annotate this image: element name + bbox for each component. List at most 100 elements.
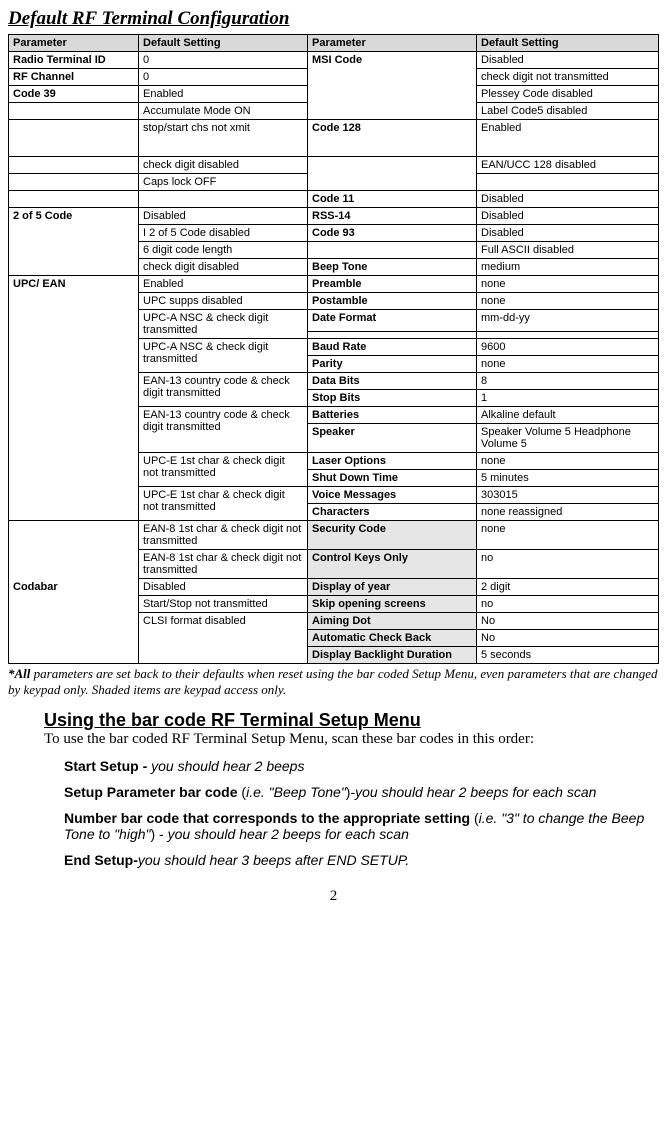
val-databits: 8 (477, 373, 659, 390)
lbl-preamble: Preamble (312, 278, 362, 290)
lbl-backlight: Display Backlight Duration (312, 649, 452, 661)
val-codabar-3: CLSI format disabled (139, 613, 308, 664)
val-upc-5: EAN-13 country code & check digit transm… (139, 373, 308, 407)
val-msi-1: Disabled (477, 52, 659, 69)
val-code11: Disabled (477, 191, 659, 208)
val-batteries: Alkaline default (477, 407, 659, 424)
val-upc-2: UPC supps disabled (139, 293, 308, 310)
val-upc-8: UPC-E 1st char & check digit not transmi… (139, 487, 308, 521)
val-radio-terminal-id: 0 (139, 52, 308, 69)
val-skip: no (477, 596, 659, 613)
val-parity: none (477, 356, 659, 373)
lbl-ctrlkeys: Control Keys Only (312, 552, 408, 564)
val-date: mm-dd-yy (477, 310, 659, 332)
hdr-param1: Parameter (9, 35, 139, 52)
val-voice: 303015 (477, 487, 659, 504)
step2-italic2: you should hear 2 beeps for each scan (355, 784, 596, 800)
val-autocheck: No (477, 630, 659, 647)
lbl-codabar2: Codabar (13, 581, 58, 593)
lbl-code11: Code 11 (312, 193, 354, 205)
lbl-speaker: Speaker (312, 426, 355, 438)
val-dispyear: 2 digit (477, 579, 659, 596)
val-codabar-2: Start/Stop not transmitted (139, 596, 308, 613)
val-upc-6: EAN-13 country code & check digit transm… (139, 407, 308, 453)
lbl-upc-ean: UPC/ EAN (13, 278, 66, 290)
lbl-baud: Baud Rate (312, 341, 366, 353)
step1-bold: Start Setup - (64, 758, 151, 774)
lbl-autocheck: Automatic Check Back (312, 632, 431, 644)
val-code93-2: Full ASCII disabled (477, 242, 659, 259)
val-code39: Enabled (139, 86, 308, 103)
lbl-beep: Beep Tone (312, 261, 367, 273)
val-characters: none reassigned (477, 504, 659, 521)
lbl-aiming: Aiming Dot (312, 615, 371, 627)
val-shutdown: 5 minutes (477, 470, 659, 487)
val-stopstart: stop/start chs not xmit (139, 120, 308, 157)
val-code128-1: Enabled (477, 120, 659, 157)
step2-bold: Setup Parameter bar code (64, 784, 241, 800)
hdr-param2: Parameter (308, 35, 477, 52)
lbl-voice: Voice Messages (312, 489, 396, 501)
val-2of5-4: check digit disabled (139, 259, 308, 276)
lbl-batteries: Batteries (312, 409, 359, 421)
val-2of5-3: 6 digit code length (139, 242, 308, 259)
hdr-default1: Default Setting (139, 35, 308, 52)
step2-italic1: i.e. "Beep Tone" (246, 784, 346, 800)
lbl-code128: Code 128 (312, 122, 361, 134)
val-speaker: Speaker Volume 5 Headphone Volume 5 (477, 424, 659, 453)
val-code93-1: Disabled (477, 225, 659, 242)
lbl-postamble: Postamble (312, 295, 368, 307)
section2-title: Using the bar code RF Terminal Setup Men… (44, 710, 649, 731)
val-rss14: Disabled (477, 208, 659, 225)
val-2of5-1: Disabled (139, 208, 308, 225)
lbl-msi: MSI Code (312, 54, 362, 66)
steps-list: Start Setup - you should hear 2 beeps Se… (64, 758, 659, 868)
footnote-rest: parameters are set back to their default… (8, 666, 658, 697)
step3-paren-close: ) - (151, 826, 168, 842)
step2-paren-close: )- (346, 784, 355, 800)
lbl-code93: Code 93 (312, 227, 355, 239)
footnote-lead: *All (8, 666, 30, 681)
val-upc-4: UPC-A NSC & check digit transmitted (139, 339, 308, 373)
val-msi-4: Label Code5 disabled (477, 103, 659, 120)
val-stopbits: 1 (477, 390, 659, 407)
val-capslock: Caps lock OFF (139, 174, 308, 191)
val-code128-2: EAN/UCC 128 disabled (477, 157, 659, 174)
lbl-parity: Parity (312, 358, 343, 370)
step3-bold: Number bar code that corresponds to the … (64, 810, 474, 826)
lbl-skip: Skip opening screens (312, 598, 426, 610)
val-upc-7: UPC-E 1st char & check digit not transmi… (139, 453, 308, 487)
val-upc-10: EAN-8 1st char & check digit not transmi… (139, 550, 308, 579)
val-postamble: none (477, 293, 659, 310)
lbl-security: Security Code (312, 523, 386, 535)
footnote: *All parameters are set back to their de… (8, 666, 659, 698)
step3-italic2: you should hear 2 beeps for each scan (168, 826, 409, 842)
val-beep: medium (477, 259, 659, 276)
config-table: Parameter Default Setting Parameter Defa… (8, 34, 659, 579)
page-number: 2 (8, 888, 659, 905)
val-security: none (477, 521, 659, 550)
val-backlight: 5 seconds (477, 647, 659, 664)
lbl-databits: Data Bits (312, 375, 360, 387)
step1-italic: you should hear 2 beeps (151, 758, 304, 774)
page-title: Default RF Terminal Configuration (8, 8, 659, 30)
lbl-2of5: 2 of 5 Code (13, 210, 72, 222)
val-aiming: No (477, 613, 659, 630)
config-table-cont: Codabar Disabled Display of year 2 digit… (8, 578, 659, 664)
lbl-rss14: RSS-14 (312, 210, 351, 222)
lbl-code39: Code 39 (13, 88, 56, 100)
val-codabar-1: Disabled (139, 579, 308, 596)
lbl-characters: Characters (312, 506, 369, 518)
val-accumulate: Accumulate Mode ON (139, 103, 308, 120)
step4-italic: you should hear 3 beeps after END SETUP. (138, 852, 409, 868)
val-rf-channel: 0 (139, 69, 308, 86)
lbl-dispyear: Display of year (312, 581, 390, 593)
val-msi-2: check digit not transmitted (477, 69, 659, 86)
val-2of5-2: I 2 of 5 Code disabled (139, 225, 308, 242)
val-msi-3: Plessey Code disabled (477, 86, 659, 103)
lbl-shutdown: Shut Down Time (312, 472, 398, 484)
lbl-stopbits: Stop Bits (312, 392, 360, 404)
val-checkdigit-dis: check digit disabled (139, 157, 308, 174)
val-upc-1: Enabled (139, 276, 308, 293)
lbl-date: Date Format (312, 312, 376, 324)
